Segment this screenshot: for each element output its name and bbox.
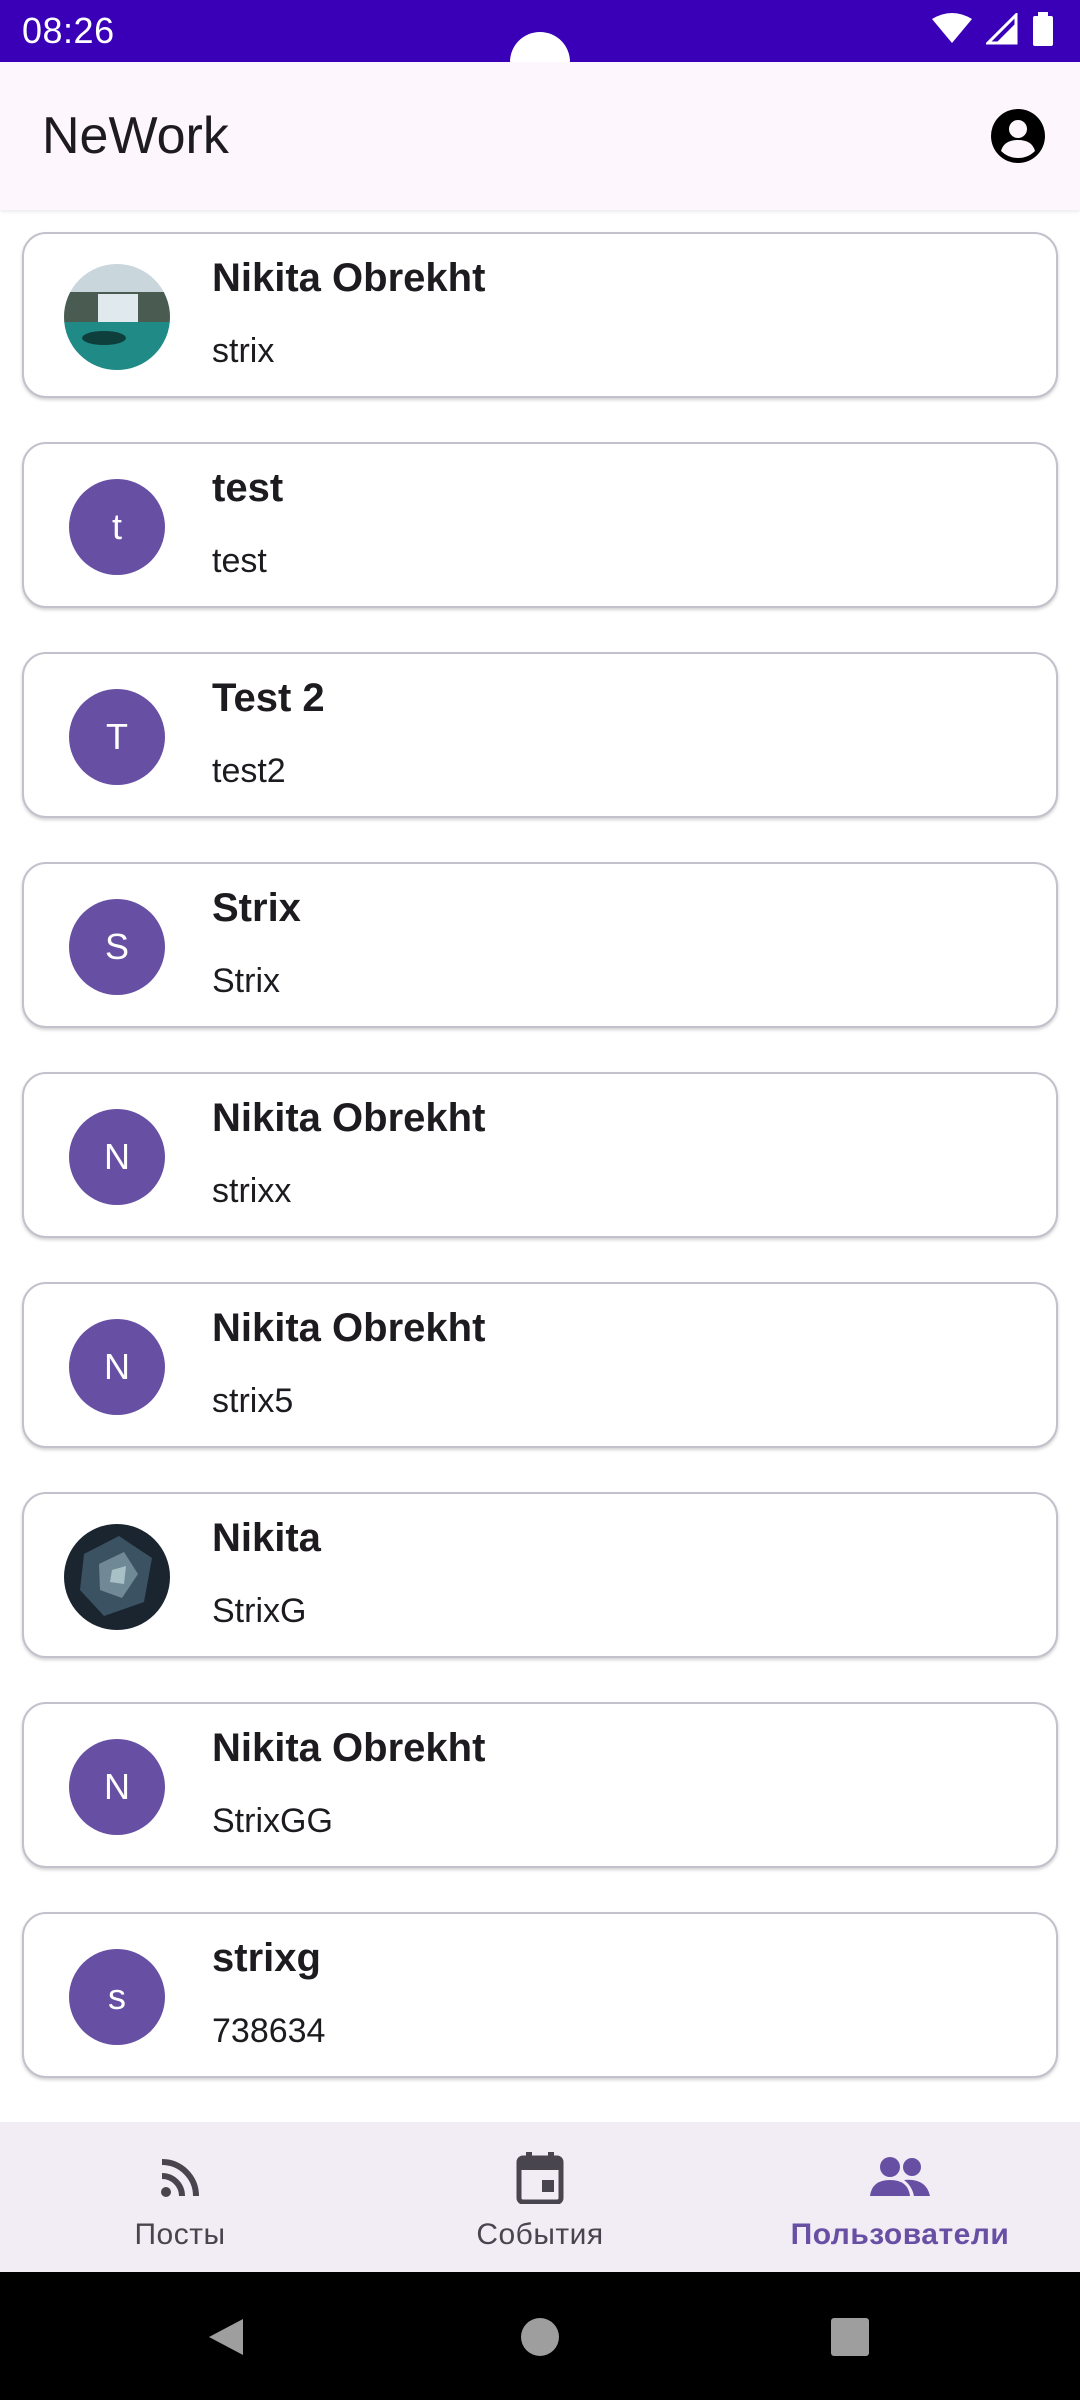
status-icons xyxy=(932,12,1054,46)
user-name: Nikita Obrekht xyxy=(212,1306,486,1350)
user-card[interactable]: T Test 2 test2 xyxy=(22,652,1058,818)
status-time: 08:26 xyxy=(22,10,115,51)
user-card[interactable]: s strixg 738634 xyxy=(22,1912,1058,2078)
battery-icon xyxy=(1033,12,1053,46)
system-navigation-bar xyxy=(0,2272,1080,2400)
waterfall-photo-icon xyxy=(64,264,170,370)
user-card[interactable]: N Nikita Obrekht StrixGG xyxy=(22,1702,1058,1868)
user-name: strixg xyxy=(212,1936,321,1980)
home-button[interactable] xyxy=(505,2302,575,2372)
rss-feed-icon xyxy=(150,2150,210,2206)
avatar: t xyxy=(69,479,165,575)
user-login: StrixGG xyxy=(212,1802,333,1840)
nav-label: События xyxy=(476,2218,604,2251)
avatar xyxy=(64,264,170,370)
top-app-bar: NeWork xyxy=(0,62,1080,210)
bottom-navigation: Посты События Пользователи xyxy=(0,2122,1080,2272)
avatar: s xyxy=(69,1949,165,2045)
user-card[interactable]: S Strix Strix xyxy=(22,862,1058,1028)
user-login: strix xyxy=(212,332,275,370)
user-name: Nikita Obrekht xyxy=(212,1096,486,1140)
back-button[interactable] xyxy=(190,2302,260,2372)
account-circle-icon xyxy=(991,109,1045,163)
user-login: strix5 xyxy=(212,1382,294,1420)
nav-label: Посты xyxy=(134,2218,226,2251)
user-name: Nikita Obrekht xyxy=(212,256,486,300)
user-login: StrixG xyxy=(212,1592,307,1630)
crystal-photo-icon xyxy=(64,1524,170,1630)
user-login: test xyxy=(212,542,267,580)
app-screen: 08:26 NeWork Nikita Obrekht strix t test… xyxy=(0,0,1080,2400)
user-card[interactable]: N Nikita Obrekht strixx xyxy=(22,1072,1058,1238)
nav-item-users[interactable]: Пользователи xyxy=(720,2122,1080,2272)
account-button[interactable] xyxy=(986,104,1050,168)
avatar: T xyxy=(69,689,165,785)
user-card[interactable]: Nikita Obrekht strix xyxy=(22,232,1058,398)
user-card[interactable]: N Nikita Obrekht strix5 xyxy=(22,1282,1058,1448)
user-login: Strix xyxy=(212,962,280,1000)
user-name: Nikita xyxy=(212,1516,321,1560)
nav-label: Пользователи xyxy=(790,2218,1010,2251)
signal-icon xyxy=(986,13,1018,45)
user-login: strixx xyxy=(212,1172,292,1210)
back-triangle-icon xyxy=(209,2319,243,2355)
users-list[interactable]: Nikita Obrekht strix t test test T Test … xyxy=(0,210,1080,2122)
home-circle-icon xyxy=(521,2318,559,2356)
app-title: NeWork xyxy=(42,107,229,165)
calendar-event-icon xyxy=(510,2150,570,2206)
avatar: N xyxy=(69,1109,165,1205)
avatar: S xyxy=(69,899,165,995)
recents-button[interactable] xyxy=(815,2302,885,2372)
user-name: Strix xyxy=(212,886,301,930)
avatar xyxy=(64,1524,170,1630)
wifi-icon xyxy=(932,13,972,43)
user-login: 738634 xyxy=(212,2012,326,2050)
user-name: Nikita Obrekht xyxy=(212,1726,486,1770)
people-icon xyxy=(870,2150,930,2206)
nav-item-events[interactable]: События xyxy=(360,2122,720,2272)
user-login: test2 xyxy=(212,752,286,790)
avatar: N xyxy=(69,1739,165,1835)
user-name: Test 2 xyxy=(212,676,325,720)
user-card[interactable]: Nikita StrixG xyxy=(22,1492,1058,1658)
recents-square-icon xyxy=(831,2318,869,2356)
nav-item-posts[interactable]: Посты xyxy=(0,2122,360,2272)
avatar: N xyxy=(69,1319,165,1415)
user-name: test xyxy=(212,466,284,510)
user-card[interactable]: t test test xyxy=(22,442,1058,608)
